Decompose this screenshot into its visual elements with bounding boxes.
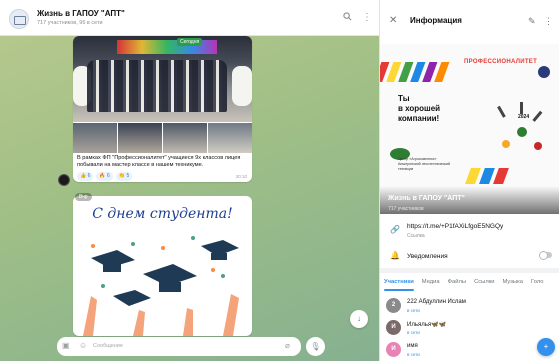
photo-main[interactable]: Сегодня	[73, 36, 252, 122]
date-pill: Вчр	[75, 193, 92, 201]
chat-pane: Жизнь в ГАПОУ "АПТ" 717 участников, 96 в…	[0, 0, 379, 361]
cover-org: Центр «Агрокомплекс» Апшеронский лесотех…	[398, 157, 451, 171]
close-icon[interactable]: ✕	[389, 15, 397, 27]
attach-icon[interactable]: ⌀	[285, 341, 290, 351]
message-photo-album[interactable]: Сегодня В рамках ФП "Профессионалитет" у…	[73, 36, 252, 182]
tab-files[interactable]: Файлы	[448, 276, 466, 288]
link-icon: 🔗	[390, 225, 400, 234]
search-icon[interactable]	[343, 12, 352, 25]
bell-icon: 🔔	[390, 251, 400, 260]
member-status: в сети	[407, 352, 420, 357]
invite-link[interactable]: https://t.me/+P1fAXiLfgoE5NGQy	[407, 223, 503, 230]
photo-thumb[interactable]	[208, 123, 252, 153]
invite-link-label: Ссылка	[407, 233, 425, 239]
channel-avatar-icon[interactable]: ▣	[62, 341, 70, 351]
photo-thumb[interactable]	[73, 123, 117, 153]
chat-subtitle: 717 участников, 96 в сети	[37, 20, 103, 26]
pencil-icon[interactable]: ✎	[528, 15, 536, 27]
info-tabs: Участники Медиа Файлы Ссылки Музыка Голо	[384, 276, 544, 288]
reactions: 👍 6 🔥 6 👏 5	[77, 172, 133, 181]
member-status: в сети	[407, 308, 420, 313]
sender-avatar[interactable]	[58, 174, 70, 186]
channel-name: Жизнь в ГАПОУ "АПТ"	[388, 195, 465, 202]
member-status: в сети	[407, 330, 420, 335]
message-greeting-card[interactable]: С днем студента!	[73, 196, 252, 336]
photo-thumbnails	[73, 123, 252, 153]
channel-avatar-icon[interactable]	[9, 9, 29, 29]
avatar: И	[386, 342, 401, 357]
mic-icon[interactable]: 🎙	[306, 337, 325, 356]
chevron-down-icon[interactable]: ↓	[350, 310, 368, 328]
member-name: 222 Абдуллин Ислам	[407, 299, 466, 305]
member-row[interactable]: И Ильялья🦋🦋 в сети	[380, 317, 559, 339]
message-time: 20:10	[235, 174, 247, 179]
tab-links[interactable]: Ссылки	[474, 276, 494, 288]
emoji-icon[interactable]: ☺	[79, 341, 87, 351]
divider	[380, 268, 559, 273]
photo-thumb[interactable]	[118, 123, 162, 153]
card-title: С днем студента!	[92, 206, 233, 222]
tab-indicator	[384, 289, 414, 291]
composer-placeholder: Сообщение	[93, 343, 123, 349]
tab-media[interactable]: Медиа	[422, 276, 440, 288]
channel-members-count: 717 участников	[388, 206, 424, 212]
reaction-fire[interactable]: 🔥 6	[96, 172, 113, 181]
more-icon[interactable]: ⋮	[544, 15, 553, 27]
photo-decor	[232, 66, 252, 106]
cover-brand: ПРОФЕССИОНАЛИТЕТ	[464, 59, 538, 65]
info-pane: ✕ Информация ✎ ⋮ ПРОФЕССИОНАЛИТЕТ Ты в х…	[379, 0, 559, 361]
info-title: Информация	[410, 16, 462, 25]
member-name: имя	[407, 343, 418, 349]
photo-group	[87, 60, 227, 112]
photo-thumb[interactable]	[163, 123, 207, 153]
notifications-label[interactable]: Уведомления	[407, 253, 448, 260]
reaction-clap[interactable]: 👏 5	[115, 172, 133, 181]
add-user-icon[interactable]: +	[537, 338, 555, 356]
avatar: 2	[386, 298, 401, 313]
chat-header: Жизнь в ГАПОУ "АПТ" 717 участников, 96 в…	[0, 0, 379, 36]
graduation-caps-illustration	[83, 236, 239, 336]
info-header: ✕ Информация ✎ ⋮	[380, 0, 559, 44]
reaction-thumbs-up[interactable]: 👍 6	[77, 172, 94, 181]
avatar: И	[386, 320, 401, 335]
tab-music[interactable]: Музыка	[502, 276, 523, 288]
member-row[interactable]: 2 222 Абдуллин Ислам в сети	[380, 295, 559, 317]
member-row[interactable]: И имя в сети	[380, 339, 559, 361]
member-name: Ильялья🦋🦋	[407, 322, 447, 328]
photo-tag: Сегодня	[177, 38, 203, 46]
cover-year: 2024	[518, 114, 530, 120]
tab-members[interactable]: Участники	[384, 276, 414, 288]
notifications-toggle[interactable]	[539, 251, 552, 260]
tab-voice[interactable]: Голо	[531, 276, 544, 288]
chat-title[interactable]: Жизнь в ГАПОУ "АПТ"	[37, 9, 125, 18]
message-composer[interactable]: ▣ ☺ Сообщение ⌀	[57, 337, 301, 356]
message-text: В рамках ФП "Профессионалитет" учащиеся …	[77, 155, 241, 168]
more-icon[interactable]: ⋮	[362, 12, 372, 24]
cover-headline: Ты в хорошей компании!	[398, 94, 441, 123]
